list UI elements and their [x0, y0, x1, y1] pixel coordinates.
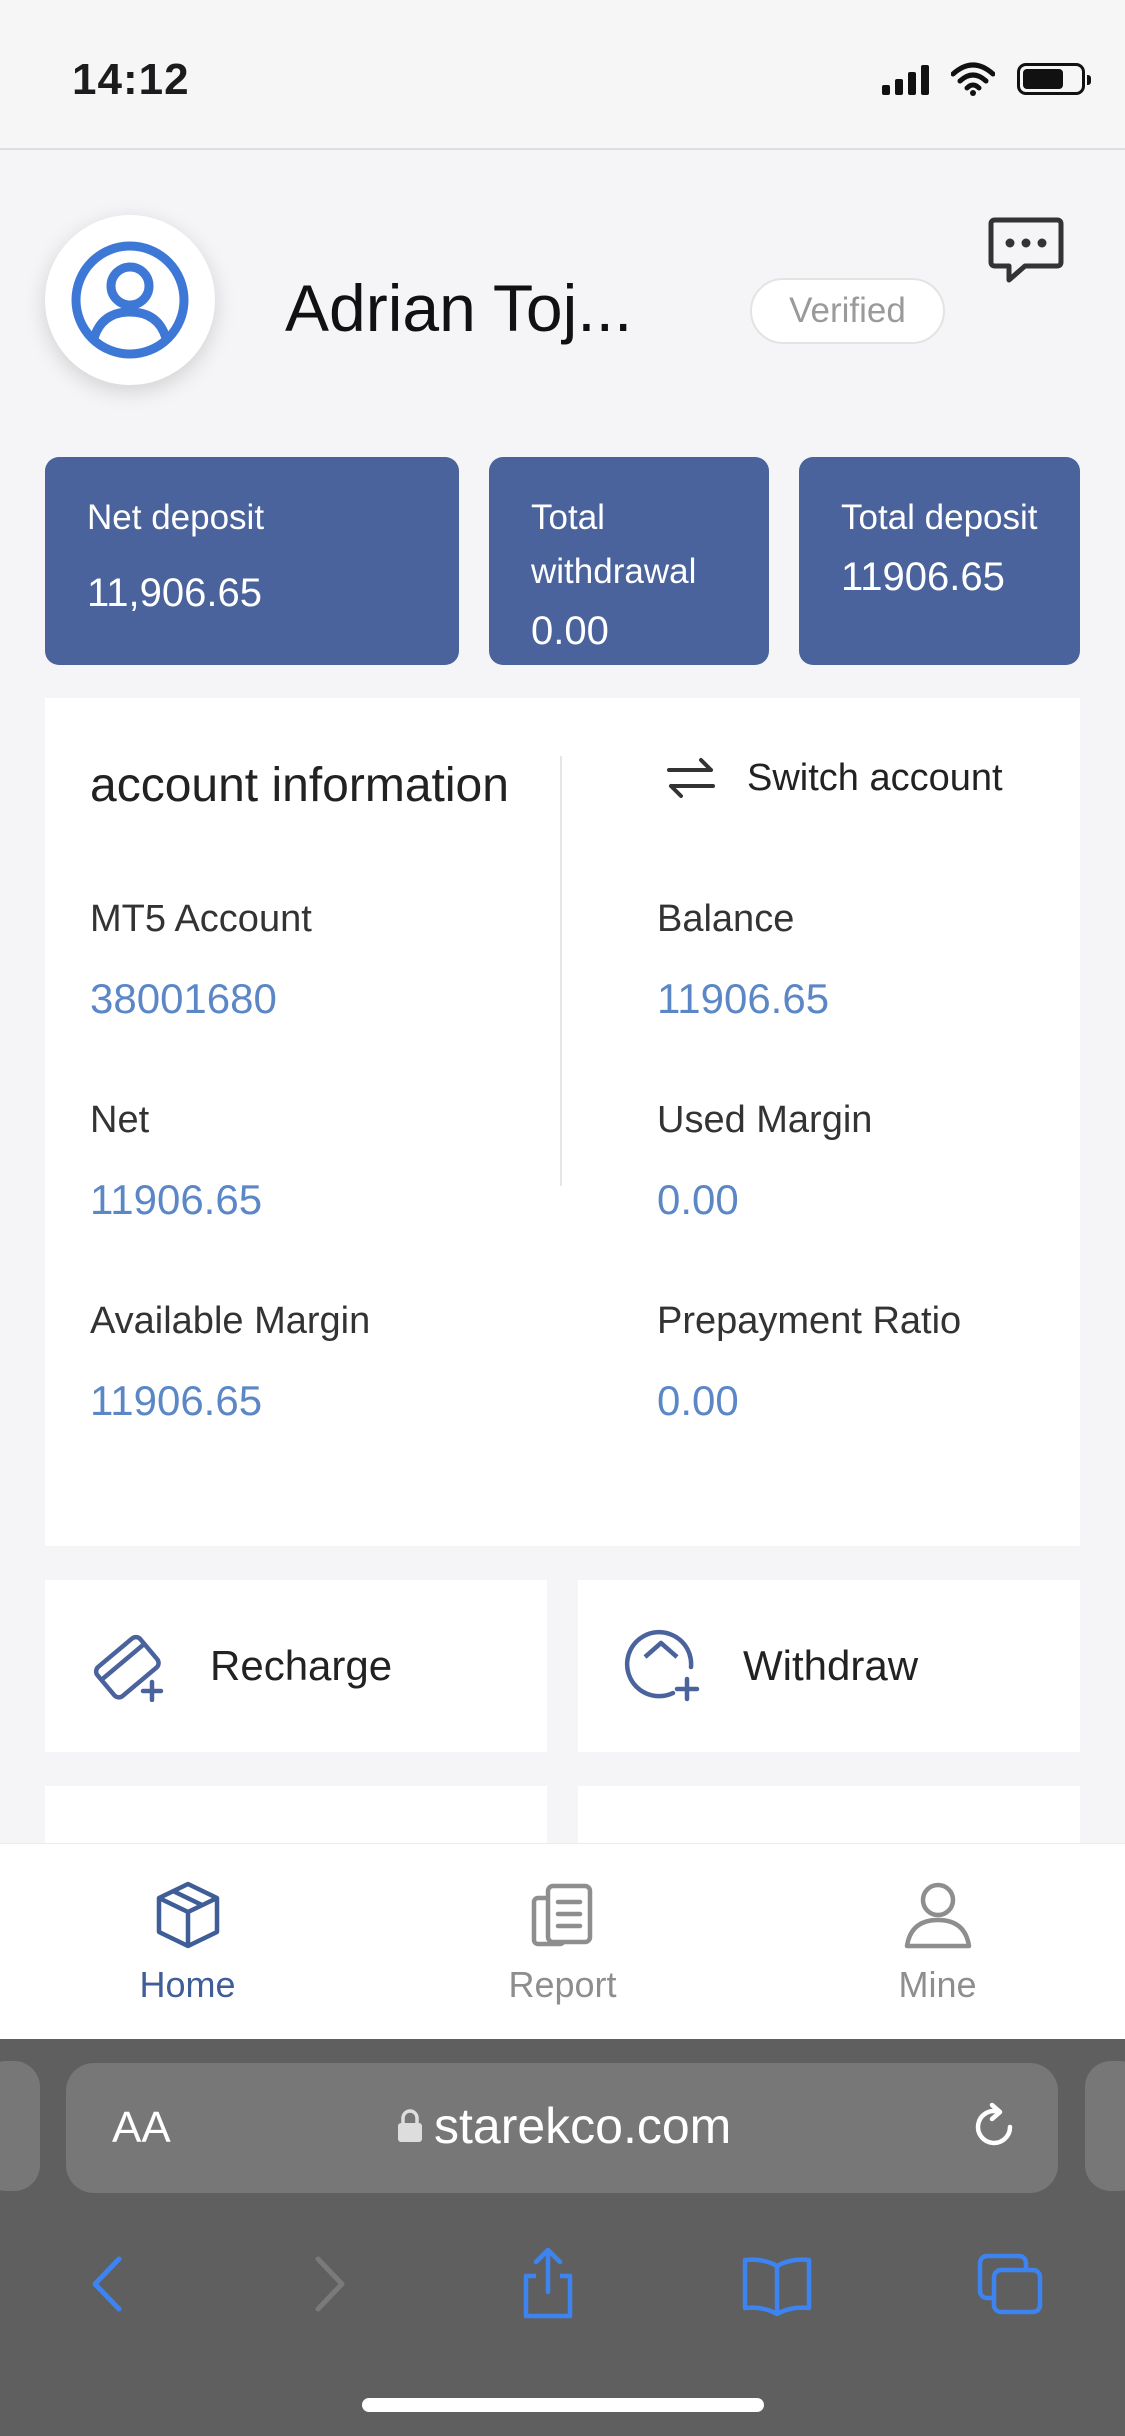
field-value-mt5-account: 38001680	[90, 975, 277, 1022]
status-time: 14:12	[72, 55, 190, 104]
person-icon	[904, 1882, 971, 1949]
battery-level-fill	[1023, 69, 1064, 89]
share-icon[interactable]	[516, 2246, 580, 2322]
stat-card-total-deposit: Total deposit 11906.65	[799, 457, 1080, 665]
field-label-balance: Balance	[657, 898, 795, 940]
swap-arrows-icon	[667, 758, 715, 798]
bookmarks-icon[interactable]	[739, 2252, 815, 2316]
message-button[interactable]	[985, 212, 1067, 294]
user-name: Adrian Toj...	[285, 271, 633, 345]
withdraw-button[interactable]: Withdraw	[578, 1580, 1080, 1752]
field-value-balance: 11906.65	[657, 975, 830, 1022]
stat-label: Total deposit	[841, 498, 1038, 537]
browser-toolbar	[0, 2229, 1125, 2339]
profile-header: Adrian Toj... Verified	[0, 150, 1125, 450]
stat-label: Total withdrawal	[531, 498, 697, 591]
verified-badge: Verified	[750, 278, 945, 344]
partial-action-card[interactable]	[45, 1786, 547, 1846]
field-label-prepayment-ratio: Prepayment Ratio	[657, 1300, 962, 1342]
wifi-icon	[951, 62, 995, 96]
panel-divider	[560, 756, 562, 1186]
url-text: starekco.com	[434, 2098, 732, 2154]
partial-action-card[interactable]	[578, 1786, 1080, 1846]
forward-icon[interactable]	[298, 2249, 358, 2319]
account-info-title: account information	[90, 759, 509, 812]
field-label-available-margin: Available Margin	[90, 1300, 371, 1342]
status-bar: 14:12	[0, 0, 1125, 150]
switch-account-button[interactable]: Switch account	[665, 756, 1003, 800]
chat-icon	[988, 217, 1064, 283]
stat-label: Net deposit	[87, 498, 265, 537]
next-tab-preview[interactable]	[1085, 2061, 1125, 2191]
cube-icon	[156, 1881, 219, 1949]
wallet-add-icon	[624, 1629, 700, 1702]
field-label-mt5-account: MT5 Account	[90, 898, 312, 940]
tab-mine[interactable]: Mine	[750, 1844, 1125, 2039]
stat-value: 11906.65	[841, 555, 1005, 599]
user-avatar-icon	[71, 241, 189, 359]
stat-card-total-withdrawal: Total withdrawal 0.00	[489, 457, 769, 665]
tab-report[interactable]: Report	[375, 1844, 750, 2039]
tab-label: Home	[139, 1964, 236, 2005]
previous-tab-preview[interactable]	[0, 2061, 40, 2191]
status-icons	[882, 62, 1091, 96]
field-value-net: 11906.65	[90, 1176, 263, 1223]
reload-icon[interactable]	[968, 2101, 1020, 2153]
stat-value: 11,906.65	[87, 571, 262, 615]
field-value-available-margin: 11906.65	[90, 1377, 263, 1424]
battery-icon	[1017, 63, 1091, 95]
card-add-icon	[93, 1634, 164, 1702]
browser-bar: AA starekco.com	[0, 2039, 1125, 2436]
home-indicator	[362, 2398, 764, 2412]
recharge-button[interactable]: Recharge	[45, 1580, 547, 1752]
field-value-prepayment-ratio: 0.00	[657, 1377, 739, 1424]
field-label-net: Net	[90, 1099, 150, 1141]
url-display[interactable]: starekco.com	[396, 2097, 731, 2155]
tab-home[interactable]: Home	[0, 1844, 375, 2039]
back-icon[interactable]	[79, 2249, 139, 2319]
stat-card-net-deposit: Net deposit 11,906.65	[45, 457, 459, 665]
signal-icon	[882, 63, 929, 95]
tabs-icon[interactable]	[974, 2250, 1046, 2318]
switch-account-label: Switch account	[747, 756, 1003, 799]
account-info-panel: account information Switch account MT5 A…	[45, 698, 1080, 1546]
field-label-used-margin: Used Margin	[657, 1099, 873, 1141]
avatar[interactable]	[45, 215, 215, 385]
document-icon	[531, 1883, 592, 1947]
bottom-tab-bar: Home Report Mine	[0, 1843, 1125, 2039]
tab-label: Report	[508, 1964, 617, 2005]
recharge-label: Recharge	[210, 1642, 393, 1689]
text-size-button[interactable]: AA	[112, 2103, 171, 2153]
tab-label: Mine	[898, 1964, 977, 2005]
withdraw-label: Withdraw	[743, 1642, 919, 1689]
field-value-used-margin: 0.00	[657, 1176, 739, 1223]
address-bar[interactable]: AA starekco.com	[66, 2063, 1058, 2193]
stat-value: 0.00	[531, 609, 609, 653]
lock-icon	[398, 2109, 422, 2142]
